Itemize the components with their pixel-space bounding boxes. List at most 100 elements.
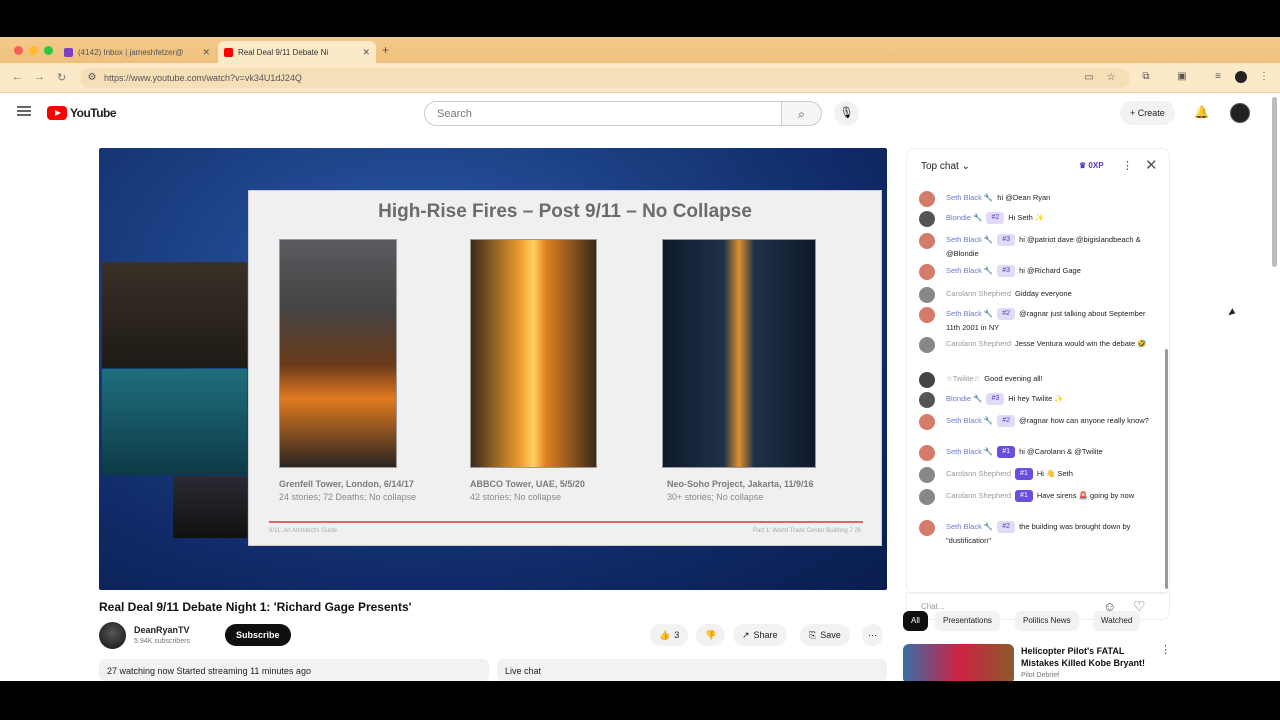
dislike-button[interactable]: 👎 bbox=[696, 624, 726, 646]
chat-avatar[interactable] bbox=[919, 467, 935, 483]
chat-avatar[interactable] bbox=[919, 211, 935, 227]
cast-icon[interactable]: ▭ bbox=[1083, 72, 1095, 84]
chat-text: hi @Carolann & @Twilite bbox=[1019, 447, 1103, 456]
live-chat-tab[interactable]: Live chat bbox=[497, 659, 887, 681]
chat-author[interactable]: Seth Black 🔧 bbox=[946, 522, 993, 531]
chat-author[interactable]: Seth Black 🔧 bbox=[946, 266, 993, 275]
create-label: Create bbox=[1137, 108, 1165, 118]
browser-menu-icon[interactable]: ⋮ bbox=[1258, 71, 1270, 83]
new-tab-button[interactable]: + bbox=[382, 43, 389, 57]
chat-avatar[interactable] bbox=[919, 287, 935, 303]
page-scrollbar[interactable] bbox=[1272, 97, 1277, 267]
chat-scrollbar[interactable] bbox=[1165, 349, 1168, 589]
recommendation-title[interactable]: Helicopter Pilot's FATAL Mistakes Killed… bbox=[1021, 645, 1151, 669]
back-arrow-icon[interactable]: ← bbox=[12, 71, 23, 83]
close-tab-icon[interactable]: ✕ bbox=[362, 47, 370, 58]
chat-avatar[interactable] bbox=[919, 445, 935, 461]
chat-author[interactable]: Carolann Shepherd bbox=[946, 289, 1011, 298]
youtube-play-icon bbox=[47, 106, 67, 120]
channel-name[interactable]: DeanRyanTV bbox=[134, 625, 190, 635]
close-chat-icon[interactable]: ✕ bbox=[1145, 156, 1158, 174]
chip-all[interactable]: All bbox=[903, 611, 928, 631]
maximize-window-button[interactable] bbox=[44, 46, 53, 55]
minimize-window-button[interactable] bbox=[29, 46, 38, 55]
video-player[interactable]: High-Rise Fires – Post 9/11 – No Collaps… bbox=[99, 148, 887, 590]
chat-author[interactable]: Seth Black 🔧 bbox=[946, 309, 993, 318]
subscribe-button[interactable]: Subscribe bbox=[225, 624, 291, 646]
hamburger-menu-icon[interactable] bbox=[17, 106, 31, 116]
chat-author[interactable]: Blondie 🔧 bbox=[946, 213, 982, 222]
chat-author[interactable]: Seth Black 🔧 bbox=[946, 416, 993, 425]
chat-avatar[interactable] bbox=[919, 191, 935, 207]
recommendation-channel[interactable]: Pilot Debrief bbox=[1021, 672, 1059, 679]
fire-photo-grenfell bbox=[279, 239, 397, 468]
reload-icon[interactable]: ↻ bbox=[57, 71, 66, 84]
chat-avatar[interactable] bbox=[919, 233, 935, 249]
chat-rank-badge: #1 bbox=[1015, 468, 1033, 481]
close-tab-icon[interactable]: ✕ bbox=[202, 47, 210, 58]
chat-author[interactable]: Seth Black 🔧 bbox=[946, 235, 993, 244]
chat-author[interactable]: Seth Black 🔧 bbox=[946, 447, 993, 456]
chat-avatar[interactable] bbox=[919, 372, 935, 388]
chat-input[interactable]: Chat... bbox=[921, 602, 1111, 611]
media-icon[interactable]: ≡ bbox=[1212, 71, 1224, 83]
search-button[interactable]: ⌕ bbox=[782, 101, 822, 126]
chip-presentations[interactable]: Presentations bbox=[935, 611, 1000, 631]
close-window-button[interactable] bbox=[14, 46, 23, 55]
chat-rank-badge: #3 bbox=[997, 234, 1016, 247]
recommendation-thumbnail[interactable] bbox=[903, 644, 1014, 681]
chat-author[interactable]: Carolann Shepherd bbox=[946, 491, 1011, 500]
youtube-header: YouTube Search ⌕ 🎙 + Create 🔔 bbox=[0, 93, 1280, 133]
chat-rank-badge: #3 bbox=[997, 265, 1016, 278]
fire-photo-neo-soho bbox=[662, 239, 816, 468]
channel-avatar[interactable] bbox=[99, 622, 126, 649]
chat-avatar[interactable] bbox=[919, 414, 935, 430]
chat-author[interactable]: Blondie 🔧 bbox=[946, 394, 982, 403]
chat-author[interactable]: Carolann Shepherd bbox=[946, 469, 1011, 478]
photo-caption: ABBCO Tower, UAE, 5/5/20 42 stories; No c… bbox=[470, 479, 585, 502]
notifications-bell-icon[interactable]: 🔔 bbox=[1194, 105, 1209, 119]
watching-info: 27 watching now Started streaming 11 min… bbox=[99, 659, 489, 681]
chat-author[interactable]: ☆Twilite☆ bbox=[946, 374, 980, 383]
recommendation-more-icon[interactable]: ⋮ bbox=[1160, 643, 1171, 656]
chat-avatar[interactable] bbox=[919, 520, 935, 536]
forward-arrow-icon[interactable]: → bbox=[34, 71, 45, 83]
account-avatar[interactable] bbox=[1230, 103, 1250, 123]
chat-avatar[interactable] bbox=[919, 337, 935, 353]
chat-text: hi @Dean Ryan bbox=[997, 193, 1051, 202]
url-text[interactable]: https://www.youtube.com/watch?v=vk34U1dJ… bbox=[104, 73, 302, 83]
chat-text: @ragnar how can anyone really know? bbox=[1019, 416, 1149, 425]
xp-badge[interactable]: ♛ 0XP bbox=[1079, 161, 1104, 170]
tab-inbox[interactable]: (4142) Inbox | jameshfetzer@ ✕ bbox=[58, 41, 216, 63]
save-button[interactable]: ⎘ Save bbox=[800, 624, 850, 646]
create-button[interactable]: + Create bbox=[1120, 101, 1175, 125]
omnibox[interactable]: ⚙ https://www.youtube.com/watch?v=vk34U1… bbox=[80, 68, 1130, 88]
tab-youtube[interactable]: Real Deal 9/11 Debate Ni ✕ bbox=[218, 41, 376, 63]
more-actions-button[interactable]: ⋯ bbox=[862, 624, 883, 646]
youtube-logo[interactable]: YouTube bbox=[47, 106, 117, 120]
extensions-icon[interactable]: ⧉ bbox=[1140, 71, 1152, 83]
profile-icon[interactable] bbox=[1235, 71, 1247, 83]
chat-author[interactable]: Carolann Shepherd bbox=[946, 339, 1011, 348]
tab-label: Real Deal 9/11 Debate Ni bbox=[238, 47, 329, 57]
chat-avatar[interactable] bbox=[919, 307, 935, 323]
chat-author[interactable]: Seth Black 🔧 bbox=[946, 193, 993, 202]
chat-rank-badge: #2 bbox=[997, 308, 1016, 321]
like-button[interactable]: 👍 3 bbox=[650, 624, 689, 646]
chip-watched[interactable]: Watched bbox=[1093, 611, 1141, 631]
chat-avatar[interactable] bbox=[919, 264, 935, 280]
sidebar-icon[interactable]: ▣ bbox=[1176, 71, 1188, 83]
chip-politics-news[interactable]: Politics News bbox=[1015, 611, 1079, 631]
tab-label: (4142) Inbox | jameshfetzer@ bbox=[78, 47, 184, 57]
voice-search-button[interactable]: 🎙 bbox=[834, 101, 859, 126]
chat-message: Carolann Shepherd #1 Hi 👋 Seth bbox=[919, 467, 1155, 483]
chat-avatar[interactable] bbox=[919, 489, 935, 505]
chat-menu-icon[interactable]: ⋮ bbox=[1122, 159, 1133, 172]
chat-avatar[interactable] bbox=[919, 392, 935, 408]
search-input[interactable]: Search bbox=[424, 101, 782, 126]
bookmark-star-icon[interactable]: ☆ bbox=[1105, 72, 1117, 84]
bookmark-icon: ⎘ bbox=[809, 630, 817, 640]
share-button[interactable]: ↗ Share bbox=[733, 624, 787, 646]
site-info-icon[interactable]: ⚙ bbox=[86, 72, 98, 84]
top-chat-dropdown[interactable]: Top chat ⌄ bbox=[921, 161, 970, 172]
